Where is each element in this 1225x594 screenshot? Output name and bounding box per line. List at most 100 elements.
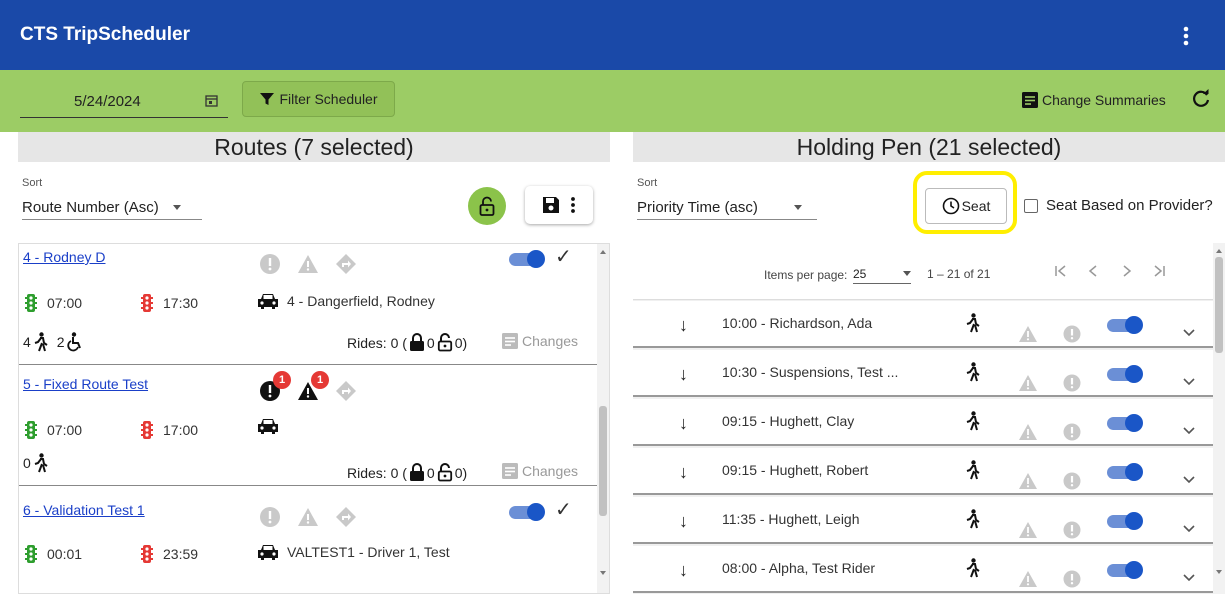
- holding-ride-row[interactable]: ↓ 10:30 - Suspensions, Test ...: [633, 350, 1213, 397]
- save-menu-button[interactable]: [525, 186, 593, 224]
- route-start-time: 07:00: [25, 293, 82, 313]
- holding-ride-row[interactable]: ↓ 10:00 - Richardson, Ada: [633, 301, 1213, 348]
- more-vert-icon[interactable]: [1176, 24, 1196, 50]
- warning-icon[interactable]: [1018, 570, 1038, 588]
- warning-icon[interactable]: [1018, 325, 1038, 343]
- holding-ride-row[interactable]: ↓ 08:00 - Alpha, Test Rider: [633, 546, 1213, 593]
- arrow-down-icon[interactable]: ↓: [679, 511, 688, 532]
- unlock-icon: [437, 333, 453, 352]
- route-card: 4 - Rodney D ✓ 07:00 17:30 4 - Dangerfie…: [19, 244, 597, 365]
- traffic-light-green-icon: [25, 420, 37, 440]
- walking-person-icon: [965, 362, 981, 382]
- warning-icon[interactable]: [297, 253, 319, 275]
- warning-icon[interactable]: [297, 506, 319, 528]
- error-count-badge: 1: [273, 371, 291, 389]
- rides-summary: Rides: 0 ( 0 0): [347, 463, 467, 482]
- ride-toggle[interactable]: [1105, 512, 1143, 530]
- ride-toggle[interactable]: [1105, 561, 1143, 579]
- arrow-down-icon[interactable]: ↓: [679, 462, 688, 483]
- warning-icon[interactable]: 1: [297, 371, 329, 402]
- seat-button[interactable]: Seat: [925, 188, 1007, 224]
- chevron-down-icon[interactable]: [1183, 574, 1195, 582]
- calendar-icon[interactable]: [205, 94, 218, 107]
- walking-person-icon: [965, 509, 981, 529]
- chevron-down-icon[interactable]: [1183, 476, 1195, 484]
- app-title: CTS TripScheduler: [20, 24, 190, 45]
- error-icon[interactable]: [1063, 423, 1081, 441]
- seat-provider-option[interactable]: Seat Based on Provider?: [1024, 197, 1213, 214]
- error-icon[interactable]: [1063, 472, 1081, 490]
- last-page-icon[interactable]: [1151, 263, 1167, 279]
- route-link[interactable]: 5 - Fixed Route Test: [23, 376, 148, 392]
- unlocked-count: 0): [454, 464, 468, 481]
- arrow-down-icon[interactable]: ↓: [679, 315, 688, 336]
- save-icon: [542, 196, 560, 214]
- date-field[interactable]: 5/24/2024: [20, 84, 228, 118]
- next-page-icon[interactable]: [1119, 263, 1135, 279]
- change-summaries-button[interactable]: Change Summaries: [1021, 91, 1166, 109]
- ride-toggle[interactable]: [1105, 463, 1143, 481]
- first-page-icon[interactable]: [1053, 263, 1069, 279]
- holding-sort-select[interactable]: Priority Time (asc): [637, 196, 817, 220]
- warning-icon[interactable]: [1018, 472, 1038, 490]
- walking-person-icon: [965, 558, 981, 578]
- holding-scrollbar[interactable]: [1213, 243, 1225, 594]
- arrow-down-icon[interactable]: ↓: [679, 560, 688, 581]
- chevron-down-icon: [172, 205, 181, 210]
- end-time: 17:30: [163, 295, 199, 311]
- ride-toggle[interactable]: [1105, 365, 1143, 383]
- error-icon[interactable]: [1063, 570, 1081, 588]
- lock-icon: [409, 463, 425, 482]
- route-link[interactable]: 4 - Rodney D: [23, 249, 105, 265]
- refresh-icon[interactable]: [1190, 88, 1212, 110]
- unlock-icon: [479, 196, 495, 216]
- check-icon: ✓: [555, 246, 572, 268]
- changes-label: Changes: [522, 463, 579, 479]
- holding-pen-list: Items per page: 25 1 – 21 of 21 ↓ 10:00 …: [633, 243, 1225, 594]
- warning-icon[interactable]: [1018, 423, 1038, 441]
- route-toggle[interactable]: [507, 503, 545, 521]
- lock-button[interactable]: [468, 187, 506, 225]
- summary-icon: [1021, 91, 1039, 109]
- filter-scheduler-button[interactable]: Filter Scheduler: [242, 81, 395, 117]
- routes-sort-select[interactable]: Route Number (Asc): [22, 196, 202, 220]
- error-icon[interactable]: [1063, 374, 1081, 392]
- changes-button[interactable]: Changes: [501, 332, 578, 350]
- chevron-down-icon[interactable]: [1183, 525, 1195, 533]
- warning-icon[interactable]: [1018, 521, 1038, 539]
- changes-button[interactable]: Changes: [501, 462, 578, 480]
- routes-sort-value: Route Number (Asc): [22, 199, 159, 216]
- directions-icon[interactable]: [335, 253, 357, 275]
- prev-page-icon[interactable]: [1085, 263, 1101, 279]
- arrow-down-icon[interactable]: ↓: [679, 364, 688, 385]
- directions-icon[interactable]: [335, 380, 357, 402]
- error-icon[interactable]: [259, 506, 281, 528]
- error-icon[interactable]: [1063, 521, 1081, 539]
- ride-toggle[interactable]: [1105, 316, 1143, 334]
- directions-icon[interactable]: [335, 506, 357, 528]
- chevron-down-icon: [793, 205, 802, 210]
- walking-person-icon: [965, 411, 981, 431]
- chevron-down-icon[interactable]: [1183, 378, 1195, 386]
- error-icon[interactable]: [1063, 325, 1081, 343]
- arrow-down-icon[interactable]: ↓: [679, 413, 688, 434]
- route-end-time: 17:00: [141, 420, 198, 440]
- holding-ride-row[interactable]: ↓ 09:15 - Hughett, Robert: [633, 448, 1213, 495]
- route-link[interactable]: 6 - Validation Test 1: [23, 502, 145, 518]
- traffic-light-red-icon: [141, 420, 153, 440]
- error-icon[interactable]: 1: [259, 371, 291, 402]
- warning-icon[interactable]: [1018, 374, 1038, 392]
- items-per-page-select[interactable]: 25: [853, 264, 911, 284]
- seat-provider-label: Seat Based on Provider?: [1046, 197, 1213, 214]
- holding-ride-row[interactable]: ↓ 09:15 - Hughett, Clay: [633, 399, 1213, 446]
- start-time: 07:00: [47, 422, 83, 438]
- rides-text: Rides: 0 (: [347, 334, 407, 351]
- routes-scrollbar[interactable]: [597, 244, 609, 593]
- chevron-down-icon[interactable]: [1183, 427, 1195, 435]
- seat-provider-checkbox[interactable]: [1024, 198, 1038, 213]
- ride-toggle[interactable]: [1105, 414, 1143, 432]
- error-icon[interactable]: [259, 253, 281, 275]
- chevron-down-icon[interactable]: [1183, 329, 1195, 337]
- holding-ride-row[interactable]: ↓ 11:35 - Hughett, Leigh: [633, 497, 1213, 544]
- route-toggle[interactable]: [507, 250, 545, 268]
